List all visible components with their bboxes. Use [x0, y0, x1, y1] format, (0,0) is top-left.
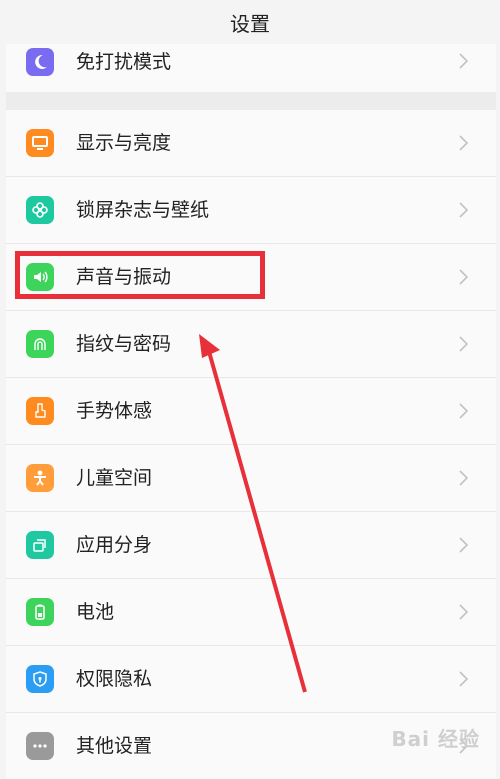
red-arrow-icon	[199, 334, 307, 693]
watermark-logo: Bai 经验	[391, 727, 480, 751]
